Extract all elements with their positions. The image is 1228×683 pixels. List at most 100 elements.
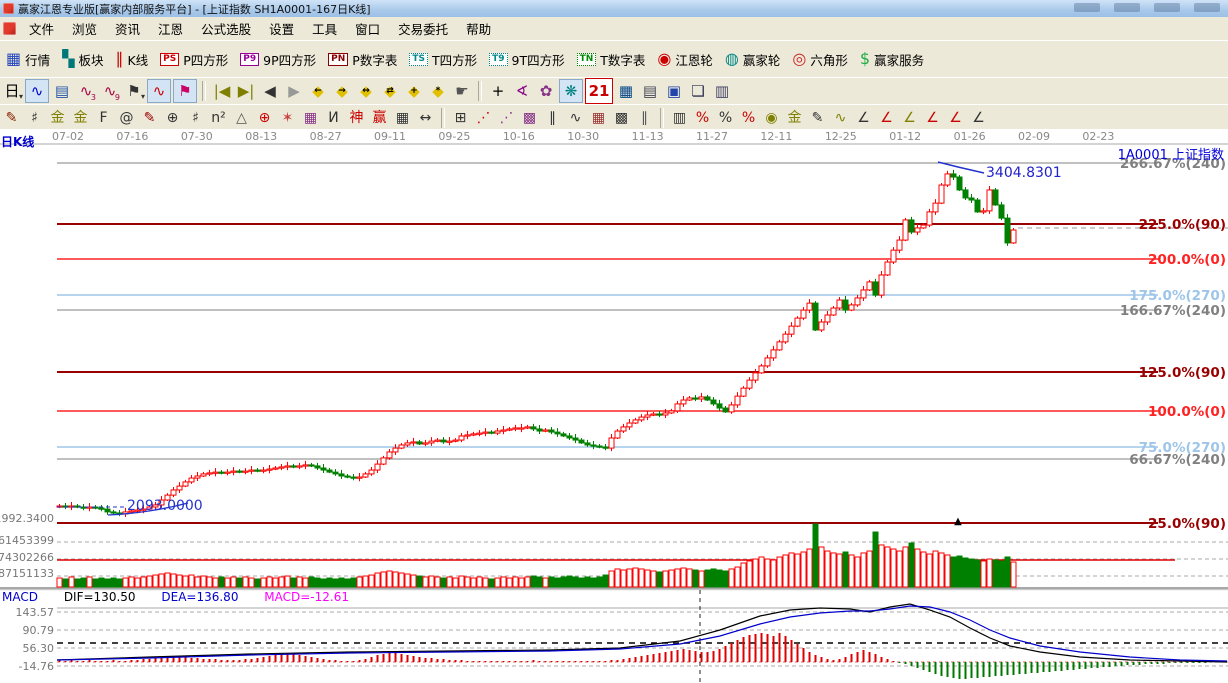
menu-item-2[interactable]: 资讯	[106, 20, 149, 39]
pct-icon[interactable]: %	[715, 108, 736, 128]
menu-item-0[interactable]: 文件	[20, 20, 63, 39]
nav-first-icon[interactable]: |◀	[211, 80, 233, 102]
pattern-red-icon[interactable]: ∿	[147, 79, 171, 103]
angle-j-icon[interactable]: ∠	[853, 108, 874, 128]
p-number-button[interactable]: PNP数字表	[322, 45, 403, 73]
pct-line-icon[interactable]: %	[738, 108, 759, 128]
kmark-icon[interactable]: И	[323, 108, 344, 128]
service-button[interactable]: $赢家服务	[854, 45, 930, 73]
star-grid-icon[interactable]: ✶	[277, 108, 298, 128]
n2-grid-icon[interactable]: n²	[208, 108, 229, 128]
clipboard-icon[interactable]: ▤	[51, 80, 73, 102]
circle-grid-icon[interactable]: ⊕	[162, 108, 183, 128]
fit-icon[interactable]: ◆*	[427, 80, 449, 102]
market-grid-button[interactable]: ▦行情	[0, 45, 56, 73]
date-tick: 01-26	[954, 130, 986, 143]
chart-area[interactable]: 07-0207-1607-3008-1308-2709-1109-2510-16…	[0, 129, 1228, 683]
harrows-icon[interactable]: ↔	[415, 108, 436, 128]
notes-icon[interactable]: ▤	[639, 80, 661, 102]
gann-line-label: 175.0%(270)	[1129, 288, 1226, 304]
mirror-angle-icon[interactable]: △	[231, 108, 252, 128]
menu-item-8[interactable]: 交易委托	[389, 20, 457, 39]
pen-icon[interactable]: ✎	[1, 108, 22, 128]
gold-grid2-icon[interactable]: 金	[70, 108, 91, 128]
hand-icon[interactable]: ☛	[451, 80, 473, 102]
shen-icon[interactable]: 神	[346, 108, 367, 128]
flag-tool-icon[interactable]: ⚑▾	[123, 80, 145, 102]
crosshair-icon[interactable]: +	[487, 80, 509, 102]
save-icon[interactable]: ▣	[663, 80, 685, 102]
pen-angle-icon[interactable]: ✎	[139, 108, 160, 128]
gann-wheel-button[interactable]: ◉江恩轮	[651, 45, 718, 73]
ruler123-icon[interactable]: ▦	[392, 108, 413, 128]
calculator-icon[interactable]: ▦	[615, 80, 637, 102]
menu-item-7[interactable]: 窗口	[346, 20, 389, 39]
web-purple-icon[interactable]: ▩	[519, 108, 540, 128]
fan-purple-icon[interactable]: ⋰	[496, 108, 517, 128]
grid-red-icon[interactable]: ▦	[588, 108, 609, 128]
compress-icon[interactable]: ◆⇄	[379, 80, 401, 102]
pan-right-icon[interactable]: ◆→	[331, 80, 353, 102]
angle-ying-icon[interactable]: ∠	[945, 108, 966, 128]
web-grid-icon[interactable]: ▦	[300, 108, 321, 128]
pct-angle-icon[interactable]: %	[692, 108, 713, 128]
toolbar-button-label: 板块	[78, 50, 103, 69]
t-square-button[interactable]: TST四方形	[403, 45, 483, 73]
t-number-icon: TN	[577, 53, 597, 66]
grid-dark-icon[interactable]: ▩	[611, 108, 632, 128]
wave-tool-icon[interactable]: ∿	[565, 108, 586, 128]
color-flag-icon[interactable]: ⚑	[173, 79, 197, 103]
target-red-icon[interactable]: ⊕	[254, 108, 275, 128]
p-square-button[interactable]: PSP四方形	[154, 45, 234, 73]
hexagon-button[interactable]: ◎六角形	[786, 45, 853, 73]
menu-item-3[interactable]: 江恩	[149, 20, 192, 39]
menu-item-1[interactable]: 浏览	[63, 20, 106, 39]
wave-gold-icon[interactable]: ∿	[830, 108, 851, 128]
expand-icon[interactable]: ◆+	[403, 80, 425, 102]
p9-square-button[interactable]: P99P四方形	[234, 45, 322, 73]
wave3-icon[interactable]: ∿3	[75, 80, 97, 102]
zoom-h-icon[interactable]: ◆↔	[355, 80, 377, 102]
angle-gold-icon[interactable]: ∠	[899, 108, 920, 128]
kline-button[interactable]: ∥K线	[109, 45, 154, 73]
parallel-icon[interactable]: ∥	[634, 108, 655, 128]
gann-box-icon[interactable]: ▥	[669, 108, 690, 128]
period-day-icon[interactable]: 日▾	[1, 80, 23, 102]
menu-item-5[interactable]: 设置	[260, 20, 303, 39]
ying-icon[interactable]: 赢	[369, 108, 390, 128]
pattern-blue-icon[interactable]: ∿	[25, 79, 49, 103]
winner-wheel-button[interactable]: ◍赢家轮	[719, 45, 786, 73]
pen2-icon[interactable]: ✎	[807, 108, 828, 128]
fan-red-icon[interactable]: ⋰	[473, 108, 494, 128]
angle-w-icon[interactable]: ∠	[968, 108, 989, 128]
nav-last-icon[interactable]: ▶|	[235, 80, 257, 102]
nav-next-icon[interactable]: ▶	[283, 80, 305, 102]
workstation-icon[interactable]: ▥	[711, 80, 733, 102]
box-tool-icon[interactable]: ⊞	[450, 108, 471, 128]
t9-square-button[interactable]: T99T四方形	[483, 45, 571, 73]
pan-left-icon[interactable]: ◆←	[307, 80, 329, 102]
blocks-button[interactable]: ▚板块	[56, 45, 109, 73]
lines-icon[interactable]: ∥	[542, 108, 563, 128]
gold-line-icon[interactable]: 金	[784, 108, 805, 128]
snapshot-icon[interactable]: ❏	[687, 80, 709, 102]
ruler-grid-icon[interactable]: ♯	[24, 108, 45, 128]
gold-grid1-icon[interactable]: 金	[47, 108, 68, 128]
knot-icon[interactable]: ✿	[535, 80, 557, 102]
wave9-icon[interactable]: ∿9	[99, 80, 121, 102]
brain-icon[interactable]: ❋	[559, 79, 583, 103]
ruler-icon[interactable]: ♯	[185, 108, 206, 128]
menu-item-6[interactable]: 工具	[303, 20, 346, 39]
nav-prev-icon[interactable]: ◀	[259, 80, 281, 102]
t-number-button[interactable]: TNT数字表	[571, 45, 652, 73]
window-controls[interactable]	[1074, 3, 1220, 12]
angle-shen-icon[interactable]: ∠	[922, 108, 943, 128]
gold-circle-icon[interactable]: ◉	[761, 108, 782, 128]
compass-icon[interactable]: ∢	[511, 80, 533, 102]
menu-item-9[interactable]: 帮助	[457, 20, 500, 39]
f-grid-icon[interactable]: F	[93, 108, 114, 128]
menu-item-4[interactable]: 公式选股	[192, 20, 260, 39]
spiral-icon[interactable]: @	[116, 108, 137, 128]
angle-f-icon[interactable]: ∠	[876, 108, 897, 128]
calendar-icon[interactable]: 21	[585, 78, 613, 104]
